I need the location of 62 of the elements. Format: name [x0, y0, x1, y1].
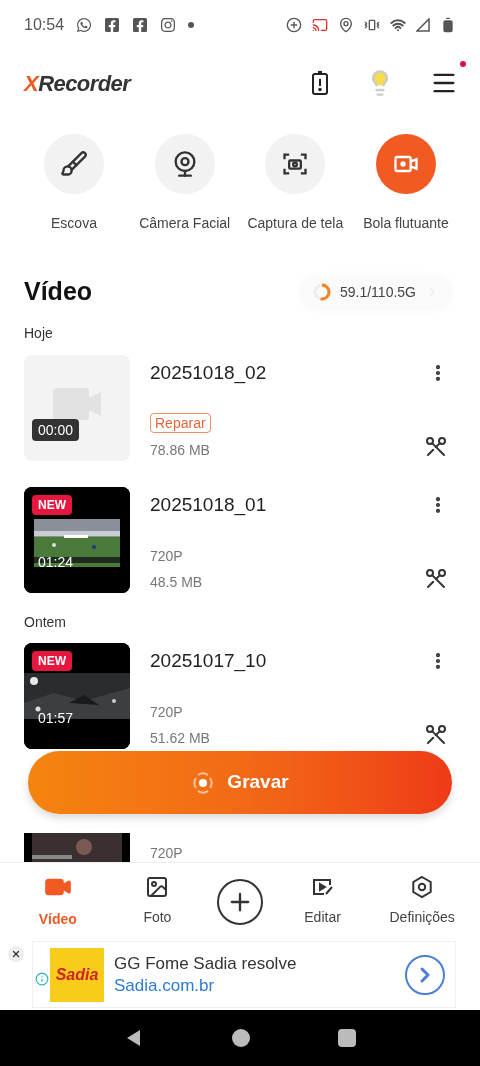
quick-action-button[interactable]: Captura de tela — [245, 134, 346, 234]
settings-icon — [410, 875, 435, 899]
cast-icon — [312, 17, 328, 33]
video-title: 20251018_02 — [150, 361, 267, 386]
clock: 10:54 — [24, 15, 65, 35]
section-title: Vídeo — [24, 276, 93, 308]
duration-label: 00:00 — [32, 419, 80, 441]
close-icon — [11, 949, 21, 959]
file-size-label: 48.5 MB — [150, 573, 203, 591]
social-icon — [132, 17, 149, 33]
storage-button[interactable]: 59.1/110.5G — [299, 275, 452, 309]
app-logo: XRecorder — [24, 69, 131, 98]
location-icon — [338, 17, 354, 33]
storage-reading: 59.1/110.5G — [339, 282, 416, 302]
open-ad-button[interactable] — [405, 954, 445, 995]
video-placeholder-thumbnail[interactable]: 00:00 — [24, 355, 130, 461]
social-icon — [104, 17, 121, 33]
info-icon — [35, 972, 49, 986]
wifi-icon — [390, 17, 406, 33]
quick-action-button[interactable]: Escova — [24, 134, 124, 234]
date-group-label: Ontem — [24, 613, 67, 632]
scissors-icon[interactable] — [424, 567, 448, 591]
ad-title: GG Fome Sadia resolve — [114, 952, 298, 975]
duration-label: 01:57 — [37, 709, 75, 728]
nav-tab[interactable]: Editar — [282, 875, 363, 928]
quick-action-button[interactable]: Câmera Facial — [134, 134, 235, 234]
video-thumbnail[interactable]: NEW 01:57 — [24, 643, 130, 749]
storage-ring — [311, 282, 332, 302]
ad-url[interactable]: Sadia.com.br — [114, 974, 405, 997]
file-size-label: 51.62 MB — [150, 729, 210, 747]
battery-icon — [440, 17, 456, 33]
video-title: 20251017_10 — [150, 649, 267, 674]
add-button[interactable] — [217, 878, 263, 925]
duration-label: 01:24 — [37, 553, 75, 572]
chat-icon — [76, 17, 93, 33]
vibrate-icon — [364, 17, 380, 33]
photo-icon — [145, 875, 170, 899]
home-icon[interactable] — [232, 1029, 250, 1047]
date-group-label: Hoje — [24, 324, 54, 343]
video-thumbnail[interactable]: NEW 01:24 — [24, 487, 130, 593]
video-title: 20251018_01 — [150, 493, 267, 518]
file-size-label: 78.86 MB — [150, 441, 211, 459]
nav-tab[interactable]: Definições — [382, 875, 463, 928]
resolution-label: 720P — [150, 844, 183, 862]
recents-icon[interactable] — [338, 1029, 356, 1047]
brush-icon — [60, 150, 88, 178]
nav-tab[interactable]: Foto — [117, 875, 198, 928]
quick-action-button[interactable]: Bola flutuante — [355, 134, 456, 234]
scissors-icon[interactable] — [424, 435, 448, 459]
new-badge: NEW — [32, 651, 72, 671]
signal-icon — [416, 18, 430, 32]
camera-app-icon — [160, 17, 177, 33]
record-icon — [191, 770, 216, 795]
video-camera-icon — [53, 386, 101, 422]
advertiser-logo: Sadia — [50, 947, 104, 1002]
data-saver-icon — [286, 17, 302, 33]
resolution-label: 720P — [150, 703, 184, 721]
close-ad-button[interactable] — [8, 946, 24, 962]
new-badge: NEW — [32, 495, 72, 515]
scissors-icon[interactable] — [424, 723, 448, 747]
battery-alert-icon[interactable] — [310, 71, 330, 95]
resolution-label: 720P — [150, 547, 184, 565]
